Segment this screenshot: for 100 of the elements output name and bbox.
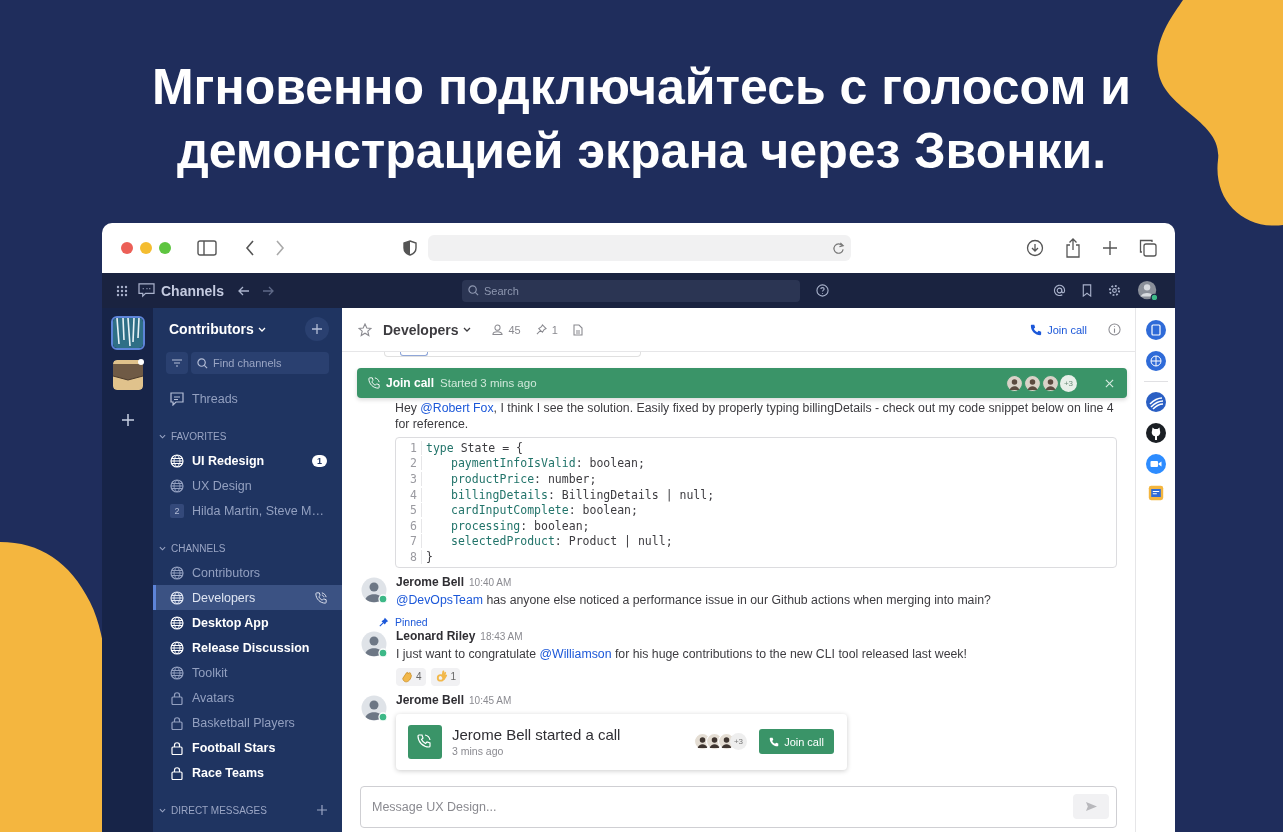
sidebar-toggle-icon[interactable] xyxy=(197,240,217,256)
back-icon[interactable] xyxy=(245,240,255,256)
address-field[interactable] xyxy=(428,235,851,261)
user-avatar[interactable] xyxy=(1137,279,1159,302)
line-number: 5 xyxy=(396,503,422,518)
line-number: 4 xyxy=(396,487,422,502)
star-icon[interactable] xyxy=(358,322,372,337)
clap-icon xyxy=(400,670,413,684)
author-name[interactable]: Leonard Riley xyxy=(396,628,476,643)
close-button[interactable] xyxy=(121,242,133,254)
forward-icon[interactable] xyxy=(275,240,285,256)
channel-item[interactable]: Contributors xyxy=(153,560,342,585)
chat-icon xyxy=(138,283,155,298)
shield-icon[interactable] xyxy=(403,240,417,256)
team-icon[interactable] xyxy=(110,358,145,392)
info-icon[interactable] xyxy=(1108,323,1121,336)
share-icon[interactable] xyxy=(1065,238,1081,258)
section-title[interactable]: CHANNELS xyxy=(171,542,226,554)
globe-icon xyxy=(170,453,184,468)
call-banner[interactable]: Join call Started 3 mins ago +3 xyxy=(357,368,1127,398)
mention-link[interactable]: @DevOpsTeam xyxy=(396,592,483,607)
settings-icon[interactable] xyxy=(1108,284,1121,297)
channel-item[interactable]: 2 Hilda Martin, Steve M… xyxy=(153,498,342,523)
channel-item[interactable]: UX Design xyxy=(153,473,342,498)
mention-link[interactable]: @Williamson xyxy=(539,646,612,661)
member-icon[interactable] xyxy=(492,324,504,335)
tabs-icon[interactable] xyxy=(1139,239,1157,257)
close-icon[interactable] xyxy=(1105,378,1114,388)
team-name[interactable]: Contributors xyxy=(169,321,254,337)
message-time[interactable]: 10:45 AM xyxy=(469,694,512,706)
mention-icon[interactable] xyxy=(1053,284,1066,297)
globe-icon xyxy=(170,665,184,680)
channel-item[interactable]: UI Redesign 1 xyxy=(153,448,342,473)
channel-item[interactable]: Developers xyxy=(153,585,342,610)
channel-item[interactable]: Release Discussion xyxy=(153,635,342,660)
author-name[interactable]: Jerome Bell xyxy=(396,574,465,589)
add-icon[interactable] xyxy=(317,805,327,815)
message-time[interactable]: 18:43 AM xyxy=(480,630,523,642)
join-call-button[interactable]: Join call xyxy=(759,729,834,755)
code-line: productPrice: number; xyxy=(450,472,597,486)
reaction-chip[interactable]: 4 xyxy=(396,667,426,686)
globe-icon xyxy=(170,640,184,655)
cat-icon[interactable] xyxy=(1145,423,1166,443)
caret-icon[interactable] xyxy=(159,433,166,439)
team-icon[interactable] xyxy=(110,316,145,350)
code-line: paymentInfoIsValid: boolean; xyxy=(450,456,645,471)
find-channels-field[interactable]: Find channels xyxy=(191,352,329,374)
globe-icon xyxy=(170,565,184,580)
unread-badge: 1 xyxy=(312,454,327,467)
board-icon[interactable] xyxy=(1147,485,1164,501)
call-time: 3 mins ago xyxy=(452,745,505,758)
reaction-chip[interactable]: 1 xyxy=(430,667,461,686)
threads-item[interactable]: Threads xyxy=(153,386,342,411)
grid-menu-icon[interactable] xyxy=(116,284,128,297)
message-field[interactable]: Message UX Design... xyxy=(360,785,1117,828)
code-line: cardInputComplete: boolean; xyxy=(450,503,638,518)
download-icon[interactable] xyxy=(1026,239,1044,257)
plus-icon xyxy=(312,324,322,334)
caret-icon[interactable] xyxy=(159,545,166,551)
join-call-link[interactable]: Join call xyxy=(1030,323,1087,336)
add-team-icon[interactable] xyxy=(121,414,134,426)
filter-button[interactable] xyxy=(166,352,188,374)
pin-count[interactable]: 1 xyxy=(551,323,558,336)
message-text: Hey @Robert Fox, I think I see the solution. Easily fixed by properly typing billingDetails - check out my code snippet below on line 4 for reference. xyxy=(395,400,1115,432)
mention-link[interactable]: @Robert Fox xyxy=(420,401,494,415)
back-icon[interactable] xyxy=(238,285,250,296)
search-field[interactable]: Search xyxy=(462,279,800,302)
add-button[interactable] xyxy=(305,317,329,341)
forward-icon[interactable] xyxy=(262,285,274,296)
more-count: +3 xyxy=(1060,374,1077,392)
file-icon[interactable] xyxy=(572,323,583,336)
channel-item[interactable]: Toolkit xyxy=(153,660,342,685)
line-number: 2 xyxy=(396,456,422,471)
globe-icon[interactable] xyxy=(1145,351,1166,371)
pin-icon[interactable] xyxy=(535,324,547,335)
channel-item[interactable]: Avatars xyxy=(153,685,342,710)
channel-item[interactable]: Basketball Players xyxy=(153,710,342,735)
member-count[interactable]: 45 xyxy=(508,323,521,336)
help-icon[interactable] xyxy=(816,284,829,297)
section-title[interactable]: FAVORITES xyxy=(171,430,227,442)
clipboard-icon[interactable] xyxy=(1145,320,1166,340)
reload-icon[interactable] xyxy=(832,241,845,255)
participant-avatar xyxy=(1042,374,1059,392)
caret-icon[interactable] xyxy=(159,807,166,813)
section-title[interactable]: DIRECT MESSAGES xyxy=(171,804,267,816)
channel-name[interactable]: Developers xyxy=(383,321,459,338)
search-icon xyxy=(197,357,208,369)
author-name[interactable]: Jerome Bell xyxy=(396,692,465,707)
camera-icon[interactable] xyxy=(1145,454,1166,474)
globe-icon xyxy=(170,590,184,605)
channel-item[interactable]: Football Stars xyxy=(153,735,342,760)
stripes-icon[interactable] xyxy=(1145,392,1166,412)
channel-item[interactable]: Desktop App xyxy=(153,610,342,635)
new-tab-icon[interactable] xyxy=(1102,240,1118,256)
channel-item[interactable]: Race Teams xyxy=(153,760,342,785)
hand-icon xyxy=(434,670,448,684)
message-time[interactable]: 10:40 AM xyxy=(469,576,512,588)
member-count: 2 xyxy=(170,503,184,518)
join-call-label[interactable]: Join call xyxy=(386,376,435,390)
bookmark-icon[interactable] xyxy=(1082,284,1092,297)
